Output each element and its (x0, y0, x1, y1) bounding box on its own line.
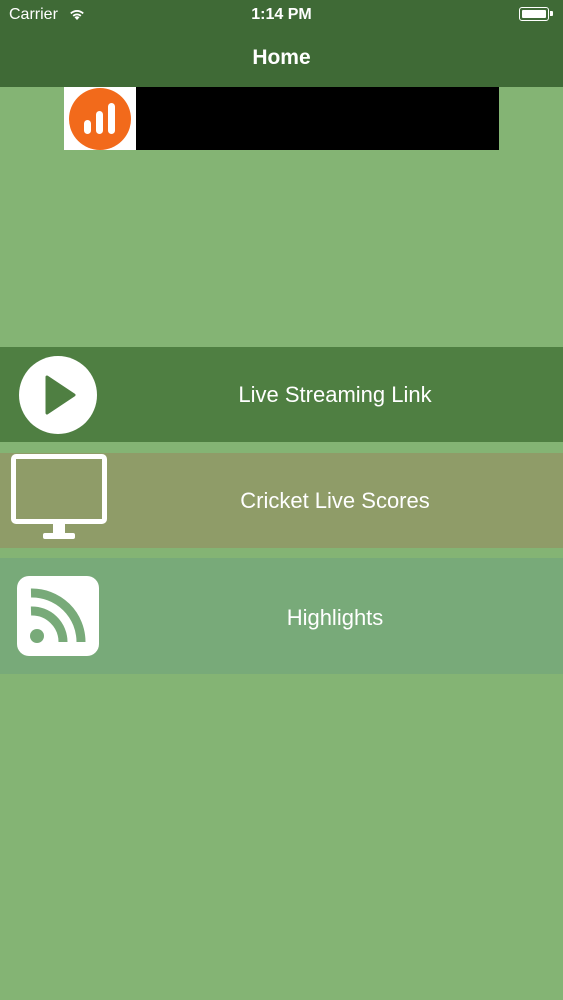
page-title: Home (252, 46, 311, 69)
menu-item-label: Cricket Live Scores (240, 488, 430, 513)
menu-item-label: Live Streaming Link (238, 382, 432, 407)
rss-icon (17, 576, 99, 656)
menu-item-label: Highlights (286, 605, 384, 630)
status-time: 1:14 PM (251, 6, 312, 23)
battery-icon (519, 7, 553, 21)
menu-item-highlights[interactable]: Highlights (0, 558, 563, 674)
bar-chart-logo-icon (69, 88, 131, 150)
banner-logo (64, 87, 136, 150)
navigation-bar: Home (0, 30, 563, 87)
play-circle-icon (19, 356, 97, 434)
menu-item-cricket-live-scores[interactable]: Cricket Live Scores (0, 453, 563, 548)
menu-item-live-streaming[interactable]: Live Streaming Link (0, 347, 563, 442)
status-bar: Carrier 1:14 PM (0, 0, 563, 30)
monitor-icon (11, 454, 107, 539)
ad-banner[interactable] (64, 87, 499, 150)
